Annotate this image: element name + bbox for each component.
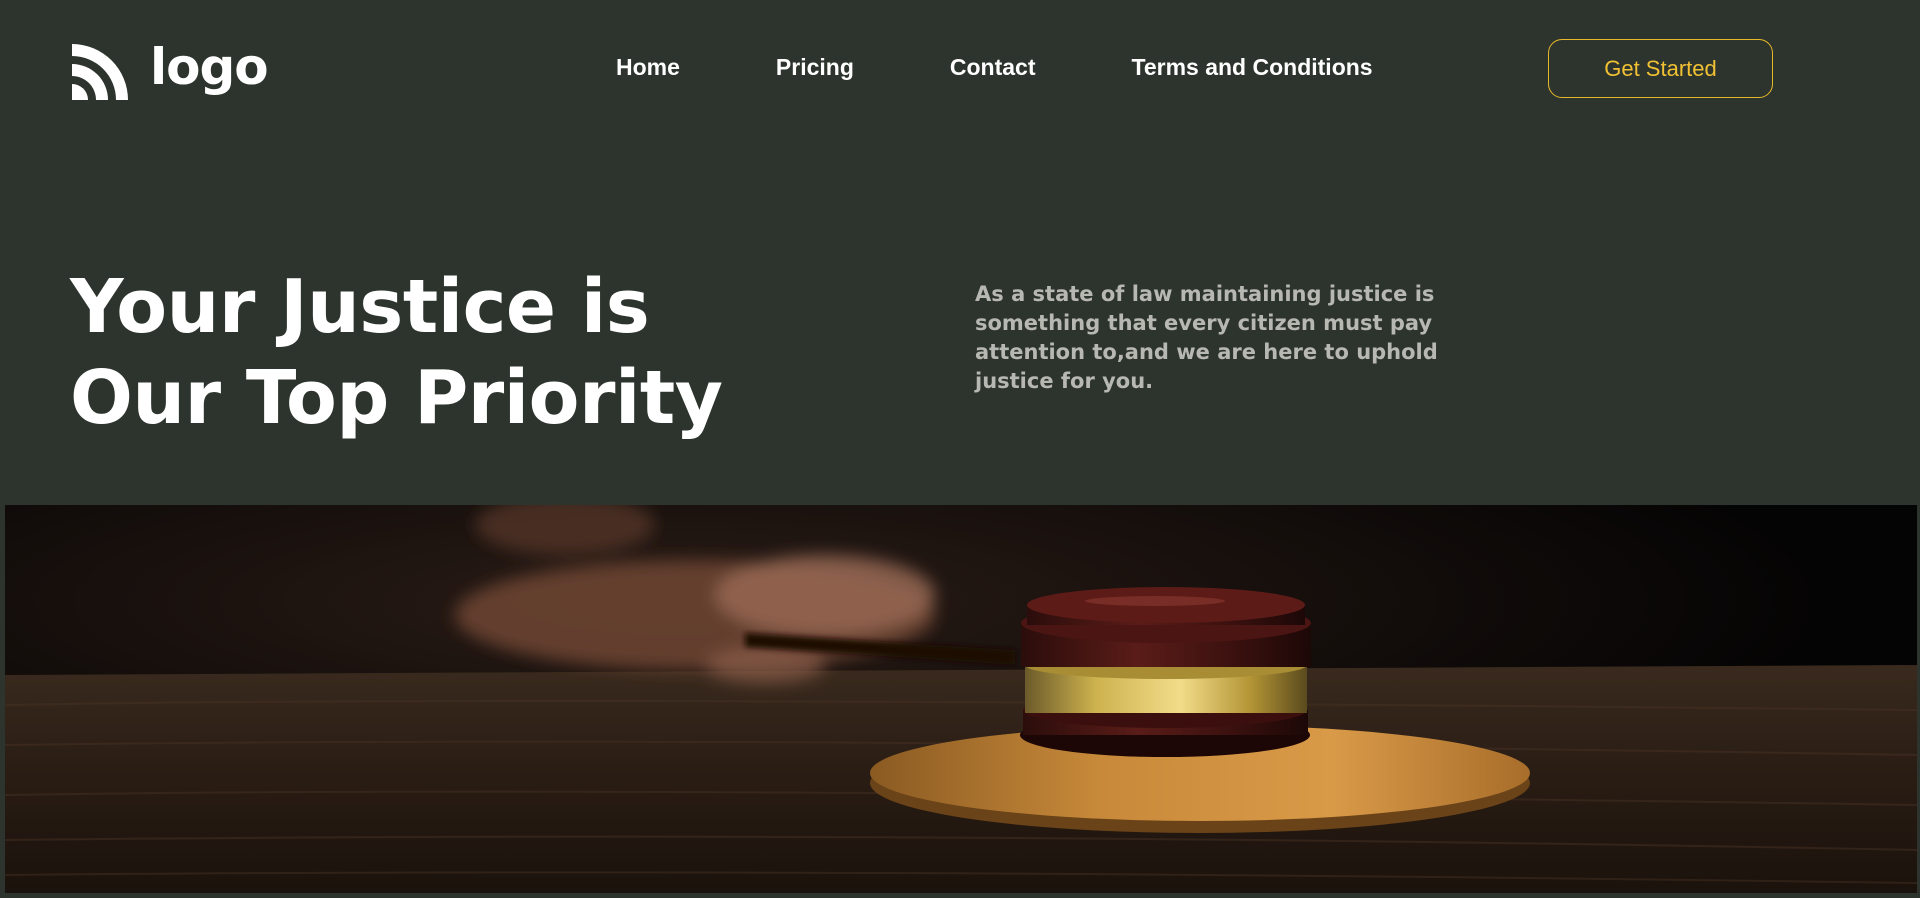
logo-text: logo bbox=[150, 38, 269, 96]
nav-contact-link[interactable]: Contact bbox=[950, 54, 1036, 81]
gavel-illustration bbox=[5, 505, 1917, 893]
site-header: logo Home Pricing Contact Terms and Cond… bbox=[0, 0, 1920, 140]
hero-description: As a state of law maintaining justice is… bbox=[975, 282, 1438, 393]
nav-terms-link[interactable]: Terms and Conditions bbox=[1132, 54, 1373, 81]
gavel-photo bbox=[5, 505, 1917, 893]
landing-page: logo Home Pricing Contact Terms and Cond… bbox=[0, 0, 1920, 898]
get-started-button[interactable]: Get Started bbox=[1548, 39, 1773, 98]
nav-home-link[interactable]: Home bbox=[616, 54, 680, 81]
hero-title-line-1: Your Justice is bbox=[70, 264, 650, 350]
hero-title-line-2: Our Top Priority bbox=[70, 355, 723, 441]
logo[interactable]: logo bbox=[70, 38, 269, 102]
wifi-arcs-icon bbox=[72, 44, 128, 100]
nav-pricing-link[interactable]: Pricing bbox=[776, 54, 854, 81]
hero-title: Your Justice is Our Top Priority bbox=[70, 262, 790, 444]
main-nav: Home Pricing Contact Terms and Condition… bbox=[616, 54, 1373, 81]
